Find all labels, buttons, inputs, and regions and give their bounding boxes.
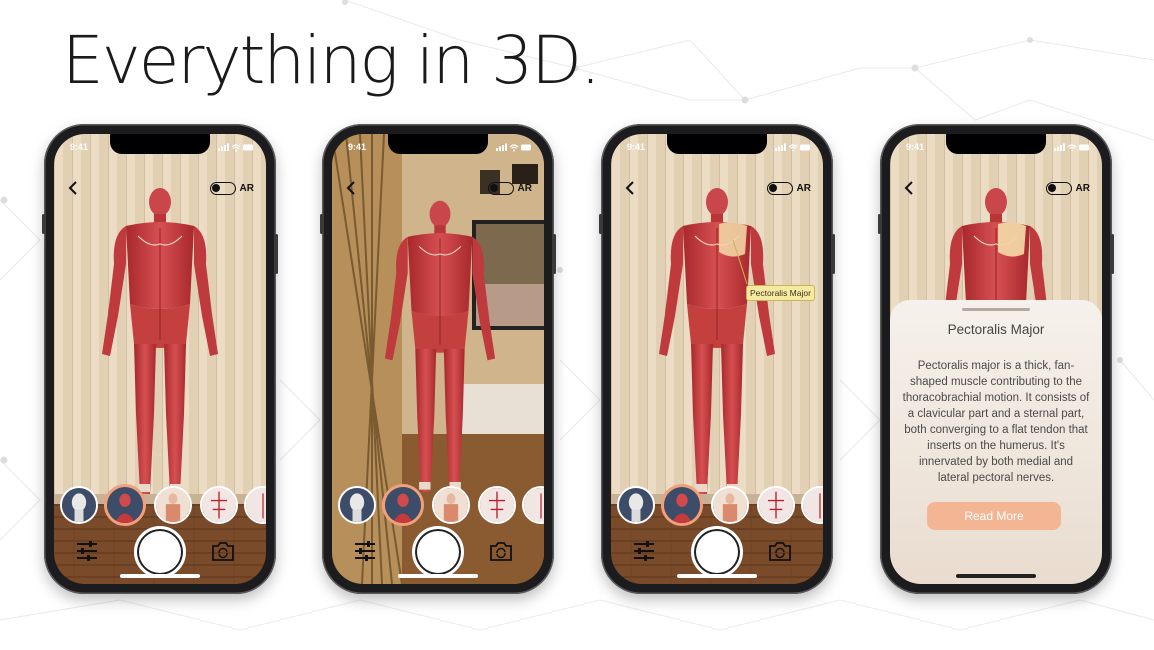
notch — [110, 134, 210, 154]
ar-label: AR — [239, 183, 254, 194]
phone-screen-3: 9:41 AR Pectoralis Major — [611, 134, 823, 584]
sliders-icon[interactable] — [74, 538, 100, 564]
capture-button[interactable] — [691, 526, 743, 578]
layer-thumb-muscles[interactable] — [661, 484, 703, 526]
back-chevron-icon[interactable] — [342, 178, 362, 198]
layer-thumb-partial[interactable] — [801, 486, 823, 524]
ar-toggle[interactable]: AR — [487, 182, 532, 195]
ar-toggle[interactable]: AR — [1045, 182, 1090, 195]
capture-button[interactable] — [134, 526, 186, 578]
camera-rotate-icon[interactable] — [210, 538, 236, 564]
sheet-title: Pectoralis Major — [947, 322, 1045, 337]
layer-selector — [617, 484, 823, 526]
page-headline: Everything in 3D. — [62, 22, 601, 99]
read-more-button[interactable]: Read More — [927, 502, 1061, 530]
sheet-description: Pectoralis major is a thick, fan-shaped … — [902, 360, 1090, 484]
status-time: 9:41 — [348, 142, 367, 152]
status-icons — [1054, 143, 1089, 152]
home-indicator — [120, 574, 200, 578]
layer-thumb-muscles[interactable] — [382, 484, 424, 526]
back-chevron-icon[interactable] — [64, 178, 84, 198]
status-icons — [218, 143, 253, 152]
highlighted-pectoralis — [719, 222, 747, 257]
toggle-icon — [1045, 182, 1072, 195]
notch — [946, 134, 1046, 154]
ar-toggle[interactable]: AR — [766, 182, 811, 195]
phone-screen-1: 9:41 AR — [54, 134, 266, 584]
ar-label: AR — [1075, 183, 1090, 194]
phone-screen-4: 9:41 AR Pectoralis Major Pectoralis majo… — [890, 134, 1102, 584]
ar-toggle[interactable]: AR — [209, 182, 254, 195]
notch — [667, 134, 767, 154]
layer-thumb-muscles[interactable] — [104, 484, 146, 526]
phone-mockup-3: 9:41 AR Pectoralis Major — [599, 124, 835, 594]
phone-mockup-1: 9:41 AR — [42, 124, 278, 594]
sheet-grabber[interactable] — [962, 308, 1030, 311]
layer-thumb-vessels[interactable] — [200, 486, 238, 524]
sliders-icon[interactable] — [352, 538, 378, 564]
layer-thumb-skeleton[interactable] — [617, 486, 655, 524]
layer-selector — [60, 484, 266, 526]
muscle-label-tooltip[interactable]: Pectoralis Major — [746, 285, 815, 301]
layer-thumb-organs[interactable] — [711, 486, 749, 524]
status-time: 9:41 — [70, 142, 89, 152]
home-indicator — [677, 574, 757, 578]
layer-thumb-partial[interactable] — [522, 486, 544, 524]
toggle-icon — [766, 182, 793, 195]
layer-thumb-vessels[interactable] — [757, 486, 795, 524]
phone-mockup-2: 9:41 AR — [320, 124, 556, 594]
camera-rotate-icon[interactable] — [488, 538, 514, 564]
home-indicator — [956, 574, 1036, 578]
layer-thumb-vessels[interactable] — [478, 486, 516, 524]
capture-button[interactable] — [412, 526, 464, 578]
home-indicator — [398, 574, 478, 578]
phone-screen-2: 9:41 AR — [332, 134, 544, 584]
status-icons — [496, 143, 531, 152]
back-chevron-icon[interactable] — [621, 178, 641, 198]
ar-label: AR — [517, 183, 532, 194]
layer-thumb-organs[interactable] — [154, 486, 192, 524]
ar-label: AR — [796, 183, 811, 194]
status-time: 9:41 — [627, 142, 646, 152]
layer-selector — [338, 484, 544, 526]
back-chevron-icon[interactable] — [900, 178, 920, 198]
info-sheet[interactable]: Pectoralis Major Pectoralis major is a t… — [890, 300, 1102, 584]
sliders-icon[interactable] — [631, 538, 657, 564]
notch — [388, 134, 488, 154]
status-time: 9:41 — [906, 142, 925, 152]
layer-thumb-skeleton[interactable] — [60, 486, 98, 524]
layer-thumb-skeleton[interactable] — [338, 486, 376, 524]
camera-rotate-icon[interactable] — [767, 538, 793, 564]
layer-thumb-partial[interactable] — [244, 486, 266, 524]
toggle-icon — [487, 182, 514, 195]
phone-mockup-4: 9:41 AR Pectoralis Major Pectoralis majo… — [878, 124, 1114, 594]
toggle-icon — [209, 182, 236, 195]
status-icons — [775, 143, 810, 152]
layer-thumb-organs[interactable] — [432, 486, 470, 524]
